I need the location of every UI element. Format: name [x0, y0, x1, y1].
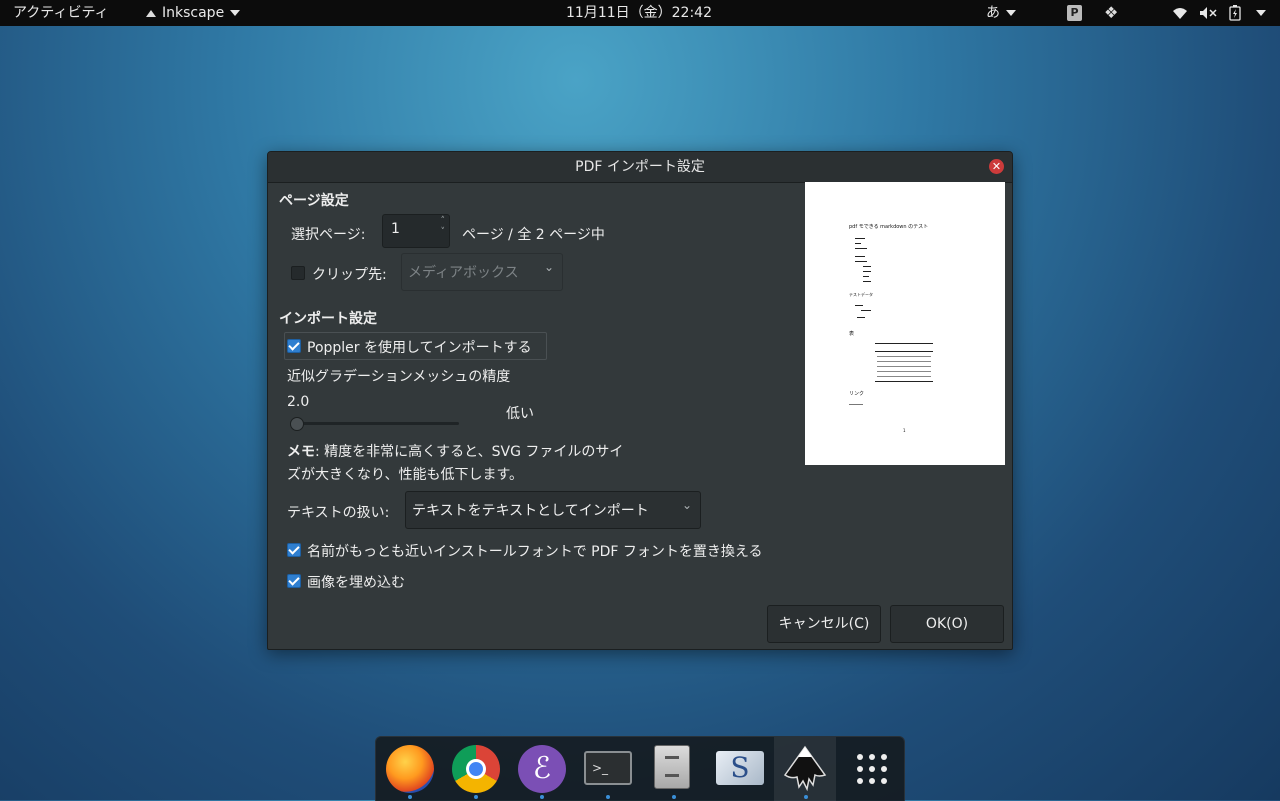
cancel-button[interactable]: キャンセル(C) [767, 605, 881, 643]
app-menu-label: Inkscape [162, 5, 225, 21]
input-method-label: あ [986, 5, 1000, 21]
dropbox-icon[interactable]: ❖ [1104, 4, 1118, 22]
note-line-1: メモ: 精度を非常に高くすると、SVG ファイルのサイ [287, 441, 623, 461]
wifi-icon[interactable] [1172, 0, 1188, 26]
poppler-label: Poppler を使用してインポートする [307, 340, 532, 356]
page-preview: pdf モできる markdown のテスト テストデータ 表 リンク 1 [805, 182, 1005, 465]
text-handling-combo[interactable]: テキストをテキストとしてインポート ⌄ [405, 491, 701, 529]
chevron-down-icon: ⌄ [681, 498, 692, 512]
note-text-1: : 精度を非常に高くすると、SVG ファイルのサイ [315, 444, 624, 460]
chevron-down-icon [1256, 10, 1266, 16]
dialog-title: PDF インポート設定 [575, 159, 705, 175]
clock[interactable]: 11月11日（金）22:42 [566, 0, 712, 26]
chevron-down-icon [1006, 10, 1016, 16]
dialog-titlebar[interactable]: PDF インポート設定 [268, 152, 1012, 183]
app-menu[interactable]: Inkscape [146, 0, 241, 26]
running-indicator [804, 795, 808, 799]
inkscape-small-icon [146, 9, 156, 17]
embed-images-label: 画像を埋め込む [307, 575, 405, 591]
import-settings-heading: インポート設定 [279, 311, 377, 327]
preview-section-2: テストデータ [849, 292, 873, 297]
parcellite-icon[interactable]: P [1067, 5, 1082, 21]
chevron-down-icon [230, 10, 241, 16]
emacs-icon[interactable]: ℰ [518, 745, 566, 793]
running-indicator [540, 795, 544, 799]
inkscape-icon[interactable] [781, 745, 829, 793]
preview-section-4: リンク [849, 391, 865, 397]
clip-checkbox[interactable] [291, 266, 305, 280]
files-icon[interactable] [654, 745, 690, 789]
dash-dock: ℰ >_ S [375, 736, 905, 801]
embed-images-checkbox[interactable] [287, 574, 301, 588]
input-method-menu[interactable]: あ [986, 0, 1016, 26]
replace-fonts-checkbox[interactable] [287, 543, 301, 557]
running-indicator [408, 795, 412, 799]
chrome-icon[interactable] [452, 745, 500, 793]
app-grid-icon[interactable] [848, 745, 896, 793]
clip-label: クリップ先: [312, 267, 387, 283]
battery-icon[interactable] [1229, 0, 1241, 26]
chevron-down-icon: ⌄ [543, 260, 554, 274]
replace-fonts-label: 名前がもっとも近いインストールフォントで PDF フォントを置き換える [307, 544, 763, 560]
page-number-value: 1 [391, 221, 400, 237]
text-handling-label: テキストの扱い: [287, 505, 390, 521]
page-settings-heading: ページ設定 [279, 193, 349, 209]
system-menu[interactable] [1250, 0, 1266, 26]
close-icon[interactable]: ✕ [989, 159, 1004, 174]
clip-combo[interactable]: メディアボックス ⌄ [401, 253, 563, 291]
mesh-precision-level: 低い [506, 406, 534, 422]
page-of-total: ページ / 全 2 ページ中 [462, 227, 605, 243]
mesh-precision-slider[interactable] [291, 422, 459, 425]
select-page-label: 選択ページ: [291, 227, 366, 243]
poppler-checkbox[interactable] [287, 339, 301, 353]
activities-button[interactable]: アクティビティ [13, 0, 109, 26]
spinner-arrows-icon[interactable]: ˄ ˅ [441, 216, 446, 238]
slider-handle[interactable] [290, 417, 304, 431]
page-number-spinner[interactable]: 1 ˄ ˅ [382, 214, 450, 248]
text-handling-value: テキストをテキストとしてインポート [412, 503, 649, 519]
scribus-icon[interactable]: S [716, 751, 764, 785]
mesh-precision-label: 近似グラデーションメッシュの精度 [287, 369, 511, 385]
firefox-icon[interactable] [386, 745, 434, 793]
running-indicator [606, 795, 610, 799]
preview-heading: pdf モできる markdown のテスト [849, 224, 929, 230]
preview-section-3: 表 [849, 331, 855, 337]
terminal-icon[interactable]: >_ [584, 751, 632, 785]
running-indicator [672, 795, 676, 799]
note-bold: メモ [287, 444, 315, 460]
mesh-precision-value: 2.0 [287, 394, 310, 410]
pdf-import-dialog: PDF インポート設定 ✕ ページ設定 選択ページ: 1 ˄ ˅ ページ / 全 … [267, 151, 1013, 650]
preview-page-number: 1 [903, 428, 906, 433]
top-bar: アクティビティ Inkscape 11月11日（金）22:42 あ P ❖ [0, 0, 1280, 26]
clip-combo-value: メディアボックス [408, 265, 519, 281]
running-indicator [474, 795, 478, 799]
ok-button[interactable]: OK(O) [890, 605, 1004, 643]
note-line-2: ズが大きくなり、性能も低下します。 [287, 467, 524, 483]
volume-muted-icon[interactable] [1199, 0, 1217, 26]
